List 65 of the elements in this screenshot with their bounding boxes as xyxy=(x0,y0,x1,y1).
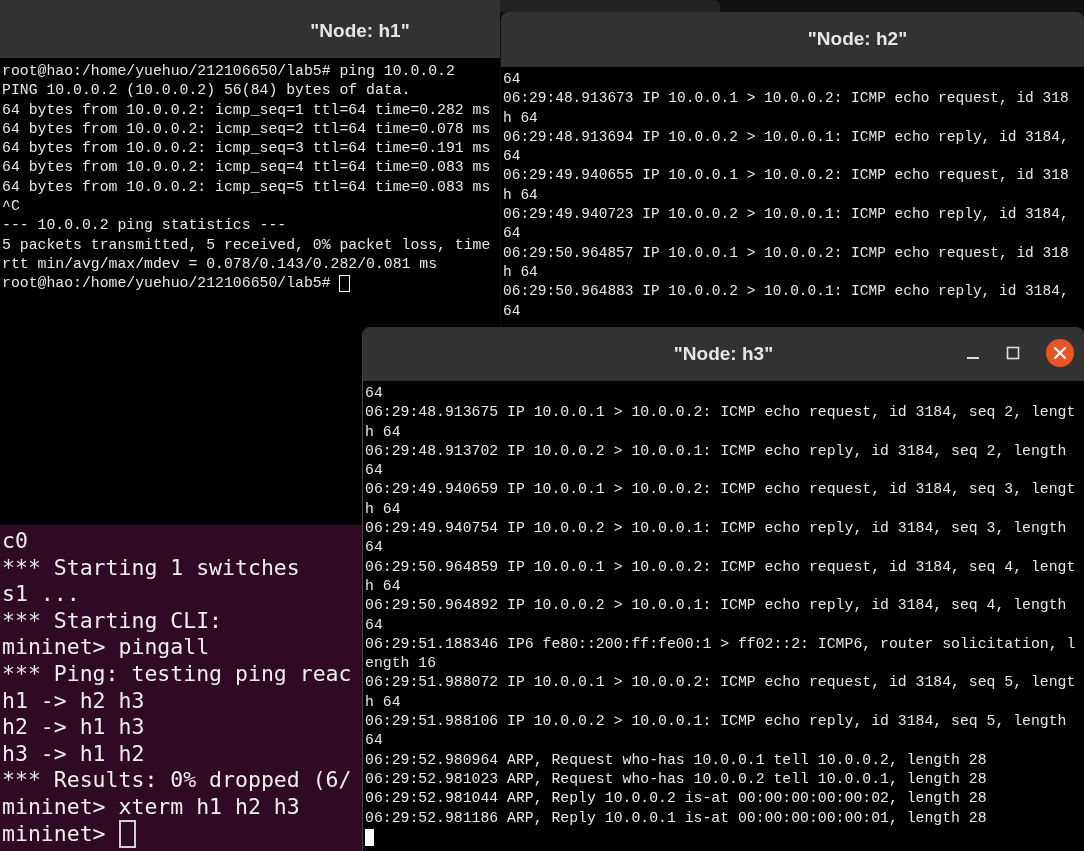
terminal-line: h 64 xyxy=(503,185,538,205)
terminal-line: ^C xyxy=(2,197,20,217)
terminal-line: 06:29:50.964892 IP 10.0.0.2 > 10.0.0.1: ICMP echo reply, id 3184, seq 4, length xyxy=(365,596,1067,616)
terminal-line: mininet> xterm h1 h2 h3 xyxy=(2,793,300,821)
terminal-line: *** Results: 0% dropped (6/ xyxy=(2,767,352,794)
terminal-line: 06:29:51.188346 IP6 fe80::200:ff:fe00:1 > ff02::2: ICMP6, router solicitation, l xyxy=(365,634,1076,654)
terminal-line: h 64 xyxy=(365,576,401,596)
terminal-line: 5 packets transmitted, 5 received, 0% packet loss, time xyxy=(2,235,491,255)
terminal-line: root@hao:/home/yuehuo/212106650/lab5# ping 10.0.0.2 xyxy=(2,62,455,81)
terminal-line: 06:29:49.940723 IP 10.0.0.2 > 10.0.0.1: ICMP echo reply, id 3184, xyxy=(503,205,1069,225)
terminal-line: 06:29:52.981023 ARP, Request who-has 10.0.0.2 tell 10.0.0.1, length 28 xyxy=(365,769,987,789)
terminal-line: s1 ... xyxy=(2,581,80,608)
terminal-line: 06:29:49.940655 IP 10.0.0.1 > 10.0.0.2: ICMP echo request, id 318 xyxy=(503,166,1069,186)
terminal-line: 64 bytes from 10.0.0.2: icmp_seq=5 ttl=64 time=0.083 ms xyxy=(2,177,491,197)
terminal-line: 64 bytes from 10.0.0.2: icmp_seq=1 ttl=64 time=0.282 ms xyxy=(2,100,491,120)
window-title: "Node: h2" xyxy=(807,27,908,52)
terminal-line: *** Starting CLI: xyxy=(2,607,223,635)
terminal-line: 06:29:51.988072 IP 10.0.0.1 > 10.0.0.2: ICMP echo request, id 3184, seq 5, lengt xyxy=(365,673,1076,693)
terminal-line: 64 xyxy=(365,615,383,635)
terminal-line: c0 xyxy=(2,528,28,555)
window-title: "Node: h3" xyxy=(673,341,774,366)
terminal-line: 06:29:52.981186 ARP, Reply 10.0.0.1 is-at 00:00:00:00:00:01, length 28 xyxy=(365,808,987,828)
terminal-line: h 64 xyxy=(365,499,401,519)
terminal-line: 64 xyxy=(365,384,383,403)
terminal-line: rtt min/avg/max/mdev = 0.078/0.143/0.282/0.081 ms xyxy=(2,254,438,274)
terminal-line: *** Ping: testing ping reac xyxy=(2,660,352,688)
terminal-line: mininet> pingall xyxy=(2,634,210,661)
terminal-line: *** Starting 1 switches xyxy=(2,554,300,582)
terminal-line: 06:29:50.964883 IP 10.0.0.2 > 10.0.0.1: ICMP echo reply, id 3184, xyxy=(503,282,1069,302)
terminal-line: 64 bytes from 10.0.0.2: icmp_seq=3 ttl=64 time=0.191 ms xyxy=(2,139,491,159)
terminal-line: 64 xyxy=(365,461,383,481)
terminal-line: 06:29:50.964857 IP 10.0.0.1 > 10.0.0.2: ICMP echo request, id 318 xyxy=(503,243,1069,263)
terminal-line: root@hao:/home/yuehuo/212106650/lab5# xyxy=(2,274,332,294)
terminal-line: 06:29:50.964859 IP 10.0.0.1 > 10.0.0.2: ICMP echo request, id 3184, seq 4, lengt xyxy=(365,557,1076,577)
terminal-line: 06:29:48.913675 IP 10.0.0.1 > 10.0.0.2: ICMP echo request, id 3184, seq 2, lengt xyxy=(365,403,1076,423)
terminal-line: 64 bytes from 10.0.0.2: icmp_seq=4 ttl=64 time=0.083 ms xyxy=(2,158,491,178)
terminal-line: 06:29:48.913673 IP 10.0.0.1 > 10.0.0.2: ICMP echo request, id 318 xyxy=(503,89,1069,109)
terminal-line: 06:29:52.980964 ARP, Request who-has 10.0.0.1 tell 10.0.0.2, length 28 xyxy=(365,750,987,770)
terminal-line: h 64 xyxy=(365,422,401,442)
terminal-line: 64 xyxy=(365,538,383,558)
terminal-line: ength 16 xyxy=(365,654,437,674)
terminal-line: 06:29:49.940754 IP 10.0.0.2 > 10.0.0.1: ICMP echo reply, id 3184, seq 3, length xyxy=(365,519,1067,539)
window-title: "Node: h1" xyxy=(310,18,410,43)
terminal-line: 06:29:49.940659 IP 10.0.0.1 > 10.0.0.2: ICMP echo request, id 3184, seq 3, lengt xyxy=(365,480,1076,500)
terminal-line: PING 10.0.0.2 (10.0.0.2) 56(84) bytes of data. xyxy=(2,81,411,101)
terminal-line: h 64 xyxy=(365,692,401,712)
terminal-line: 64 bytes from 10.0.0.2: icmp_seq=2 ttl=64 time=0.078 ms xyxy=(2,119,491,139)
terminal-line: 64 xyxy=(503,224,521,244)
terminal-line: h1 -> h2 h3 xyxy=(2,687,145,715)
terminal-line: mininet> xyxy=(2,820,107,848)
terminal-line: h 64 xyxy=(503,108,538,128)
terminal-line: 64 xyxy=(503,70,521,89)
close-icon[interactable] xyxy=(1046,339,1074,367)
terminal-line: 06:29:52.981044 ARP, Reply 10.0.0.2 is-at 00:00:00:00:00:02, length 28 xyxy=(365,789,987,809)
terminal-line: 06:29:48.913702 IP 10.0.0.2 > 10.0.0.1: ICMP echo reply, id 3184, seq 2, length xyxy=(365,441,1067,461)
terminal-line: 64 xyxy=(365,731,383,751)
terminal-line: 64 xyxy=(503,301,521,321)
terminal-line: 06:29:51.988106 IP 10.0.0.2 > 10.0.0.1: ICMP echo reply, id 3184, seq 5, length xyxy=(365,712,1067,732)
terminal-line: 64 xyxy=(503,147,521,167)
maximize-icon[interactable] xyxy=(1006,346,1020,360)
terminal-line: h3 -> h1 h2 xyxy=(2,740,145,768)
terminal-line: h2 -> h1 h3 xyxy=(2,714,145,741)
terminal-line: h 64 xyxy=(503,262,538,282)
terminal-line: --- 10.0.0.2 ping statistics --- xyxy=(2,216,287,236)
terminal-line: 06:29:48.913694 IP 10.0.0.2 > 10.0.0.1: ICMP echo reply, id 3184, xyxy=(503,127,1069,147)
